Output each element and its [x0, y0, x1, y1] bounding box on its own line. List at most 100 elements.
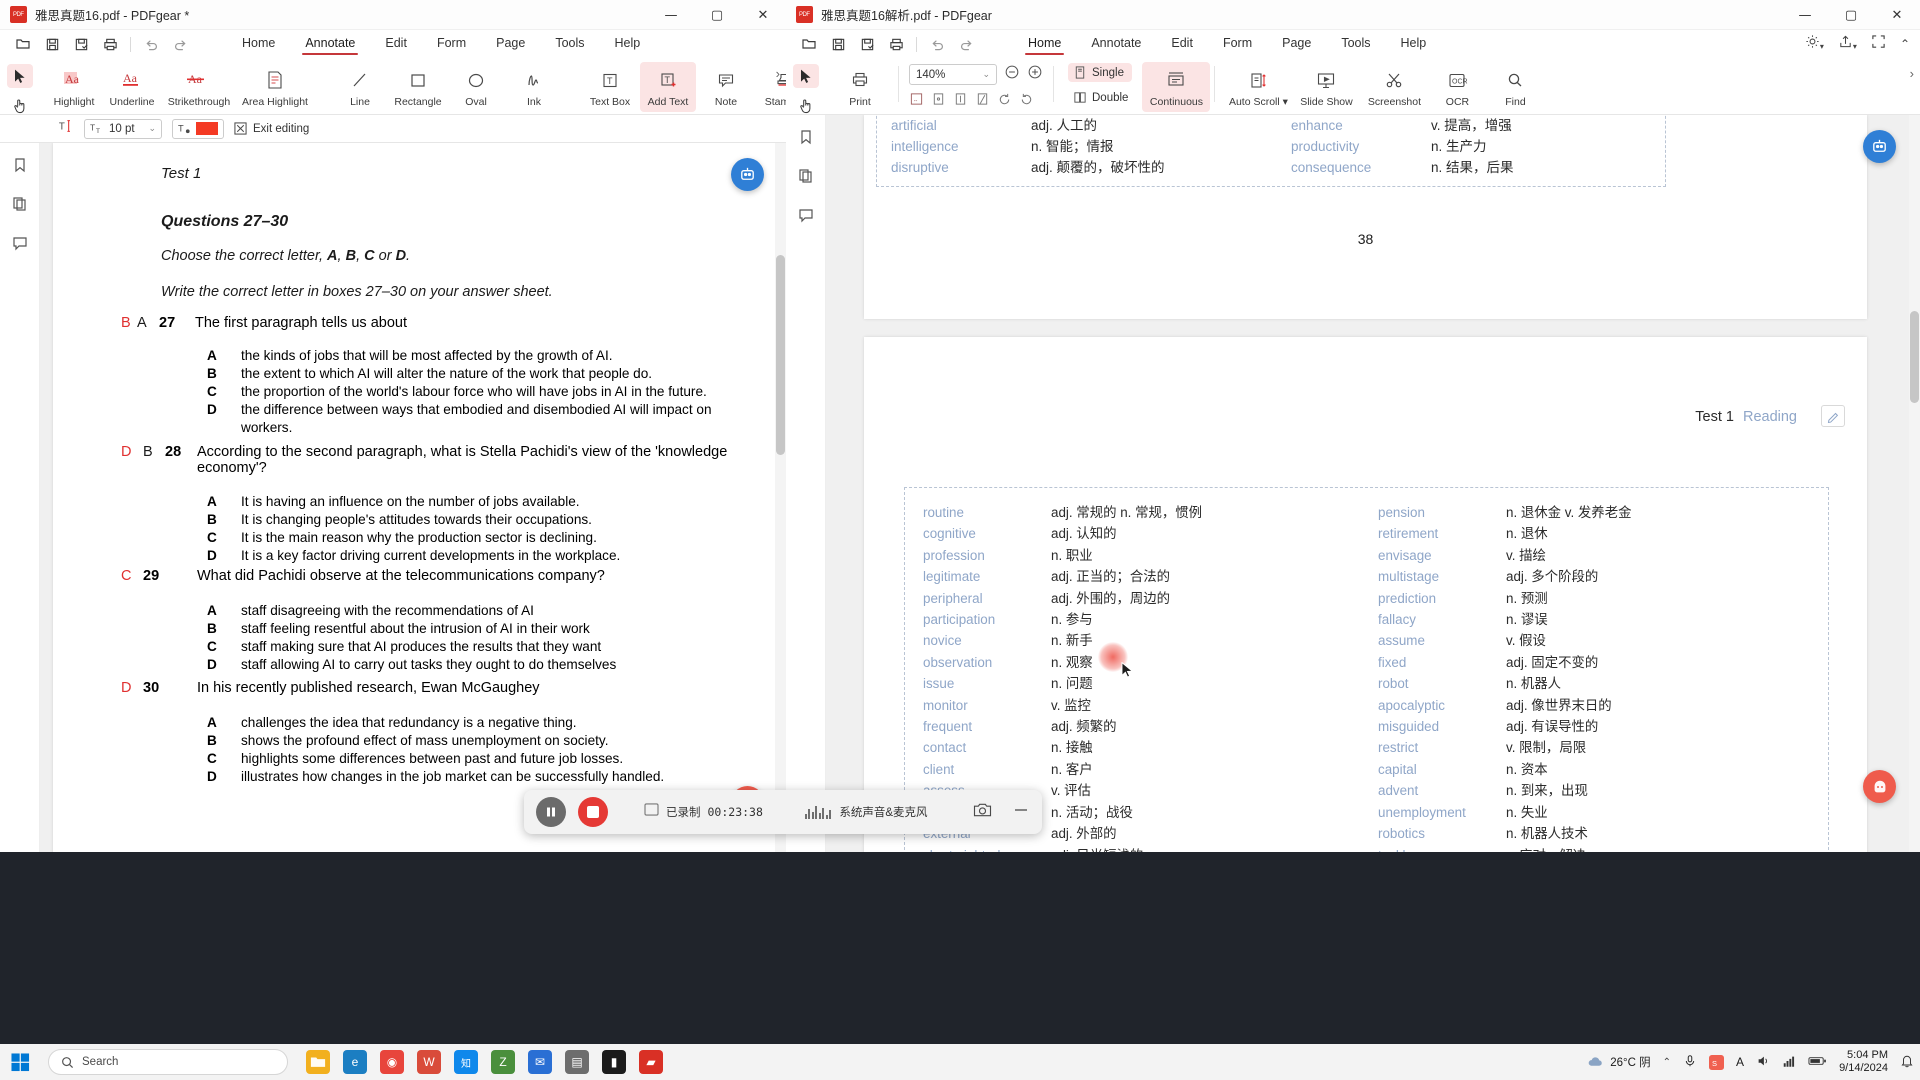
left-window-controls[interactable]: — ▢ ✕: [648, 0, 786, 30]
right-pdf-page-top[interactable]: artificial adj. 人工的 enhance v. 提高，增强 int…: [864, 115, 1867, 319]
q29-option-b[interactable]: Bstaff feeling resentful about the intru…: [207, 620, 771, 638]
chevron-down-icon[interactable]: ⌄: [982, 69, 990, 80]
network-icon[interactable]: [1782, 1054, 1796, 1071]
chevron-right-icon[interactable]: ›: [776, 66, 780, 81]
rotate-left-icon[interactable]: [997, 92, 1012, 111]
undo-icon[interactable]: [928, 35, 946, 53]
left-format-bar[interactable]: T TT 10 pt ⌄ T Exit editing: [0, 115, 786, 143]
left-ribbon-tools[interactable]: [0, 58, 40, 117]
ribbon-ink[interactable]: Ink: [506, 62, 562, 112]
recorder-status[interactable]: 已录制 00:23:38: [644, 803, 763, 821]
right-minimize-button[interactable]: —: [1782, 0, 1828, 30]
q29-option-c[interactable]: Cstaff making sure that AI produces the …: [207, 638, 771, 656]
right-menu-annotate[interactable]: Annotate: [1076, 32, 1156, 57]
left-menu-page[interactable]: Page: [481, 32, 540, 57]
right-window-titlebar[interactable]: PDF 雅思真题16解析.pdf - PDFgear — ▢ ✕: [786, 0, 1920, 30]
recorder-actions[interactable]: [973, 802, 1030, 823]
fit-row[interactable]: ↔: [909, 92, 1034, 111]
pdfgear-left-icon[interactable]: ▮: [602, 1050, 626, 1074]
right-scrollbar-thumb[interactable]: [1910, 311, 1919, 403]
right-quick-access-toolbar[interactable]: [786, 35, 975, 53]
ribbon-slide-show[interactable]: Slide Show: [1293, 62, 1359, 112]
q27-option-d[interactable]: Dthe difference between ways that embodi…: [207, 401, 761, 437]
q30-option-a[interactable]: Achallenges the idea that redundancy is …: [207, 714, 771, 732]
mic-icon[interactable]: [1683, 1054, 1697, 1071]
ribbon-oval[interactable]: Oval: [448, 62, 504, 112]
taskbar-search-box[interactable]: Search: [48, 1049, 288, 1075]
font-size-dropdown[interactable]: TT 10 pt ⌄: [84, 118, 162, 139]
right-menu-tools[interactable]: Tools: [1326, 32, 1385, 57]
recorder-audio-source[interactable]: 系统声音&麦克风: [804, 804, 928, 820]
q30-option-b[interactable]: Bshows the profound effect of mass unemp…: [207, 732, 771, 750]
q29-annotation[interactable]: C: [121, 568, 143, 584]
zoom-minus-icon[interactable]: [1004, 64, 1020, 85]
fit-height-icon[interactable]: [953, 92, 968, 111]
mail-icon[interactable]: ✉: [528, 1050, 552, 1074]
feedback-button-right[interactable]: [1863, 770, 1896, 803]
right-document-area[interactable]: artificial adj. 人工的 enhance v. 提高，增强 int…: [826, 115, 1920, 852]
ribbon-highlight[interactable]: Aa Highlight: [46, 62, 102, 112]
editor-icon[interactable]: Z: [491, 1050, 515, 1074]
sogou-icon[interactable]: S: [1709, 1054, 1725, 1070]
left-ribbon-groups[interactable]: Aa Highlight Aa Underline Aa Strikethrou…: [40, 58, 786, 112]
right-pdf-window[interactable]: PDF 雅思真题16解析.pdf - PDFgear — ▢ ✕ Home An…: [786, 0, 1920, 852]
pdfgear-right-icon[interactable]: ▰: [639, 1050, 663, 1074]
left-minimize-button[interactable]: —: [648, 0, 694, 30]
right-ribbon-tools[interactable]: [786, 58, 826, 117]
camera-icon[interactable]: [973, 802, 992, 823]
taskbar-clock[interactable]: 5:04 PM 9/14/2024: [1839, 1049, 1888, 1075]
ribbon-print[interactable]: Print: [832, 62, 888, 112]
q30-option-d[interactable]: Dillustrates how changes in the job mark…: [207, 768, 771, 786]
left-pdf-window[interactable]: PDF 雅思真题16.pdf - PDFgear * — ▢ ✕ Home An: [0, 0, 786, 852]
comments-icon[interactable]: [12, 235, 28, 256]
left-vertical-scrollbar[interactable]: [775, 143, 786, 852]
left-menu-help[interactable]: Help: [600, 32, 656, 57]
select-tool-icon[interactable]: [7, 64, 33, 88]
taskbar-apps[interactable]: e ◉ W 知 Z ✉ ▤ ▮ ▰: [306, 1050, 663, 1074]
wps-icon[interactable]: W: [417, 1050, 441, 1074]
open-icon[interactable]: [800, 35, 818, 53]
rotate-right-icon[interactable]: [1019, 92, 1034, 111]
right-vertical-scrollbar[interactable]: [1909, 115, 1920, 852]
fullscreen-icon[interactable]: [1871, 34, 1886, 54]
view-mode-group[interactable]: Single Double: [1058, 58, 1142, 112]
text-group[interactable]: T Text Box T Add Text Note Stamp ▾: [576, 58, 786, 112]
markup-group[interactable]: Aa Highlight Aa Underline Aa Strikethrou…: [40, 58, 318, 112]
shapes-group[interactable]: Line Rectangle Oval Ink: [326, 58, 568, 112]
left-close-button[interactable]: ✕: [740, 0, 786, 30]
comments-icon[interactable]: [798, 207, 814, 228]
print-group[interactable]: Print: [826, 58, 894, 112]
q27-option-a[interactable]: Athe kinds of jobs that will be most aff…: [207, 347, 761, 365]
battery-icon[interactable]: [1808, 1055, 1827, 1070]
input-method-icon[interactable]: A: [1736, 1055, 1744, 1069]
q28-option-b[interactable]: B It is changing people's attitudes towar…: [207, 511, 771, 529]
chrome-icon[interactable]: ◉: [380, 1050, 404, 1074]
q30-annotation[interactable]: D: [121, 680, 143, 696]
right-menu-edit[interactable]: Edit: [1156, 32, 1208, 57]
actual-size-icon[interactable]: [975, 92, 990, 111]
edge-icon[interactable]: e: [343, 1050, 367, 1074]
save-as-icon[interactable]: [858, 35, 876, 53]
left-menu-annotate[interactable]: Annotate: [290, 32, 370, 57]
view-continuous-button[interactable]: Continuous: [1142, 62, 1211, 112]
file-explorer-icon[interactable]: [306, 1050, 330, 1074]
thumbnails-icon[interactable]: [798, 168, 814, 189]
bookmark-icon[interactable]: [798, 129, 814, 150]
right-menu-items[interactable]: Home Annotate Edit Form Page Tools Help: [1013, 32, 1441, 57]
select-tool-icon[interactable]: [793, 64, 819, 88]
right-close-button[interactable]: ✕: [1874, 0, 1920, 30]
recorder-stop-button[interactable]: [578, 797, 608, 827]
left-scrollbar-thumb[interactable]: [776, 255, 785, 455]
left-menu-home[interactable]: Home: [227, 32, 290, 57]
share-icon[interactable]: ▾: [1838, 34, 1857, 54]
q29-option-d[interactable]: Dstaff allowing AI to carry out tasks th…: [207, 656, 771, 674]
ribbon-screenshot[interactable]: Screenshot: [1361, 62, 1427, 112]
right-menu-home[interactable]: Home: [1013, 32, 1076, 57]
brightness-icon[interactable]: ▾: [1805, 34, 1824, 54]
view-single-button[interactable]: Single: [1068, 63, 1132, 82]
q27-annotation[interactable]: B: [121, 315, 137, 331]
ribbon-area-highlight[interactable]: Area Highlight: [238, 62, 312, 112]
recorder-pause-button[interactable]: [536, 797, 566, 827]
left-window-titlebar[interactable]: PDF 雅思真题16.pdf - PDFgear * — ▢ ✕: [0, 0, 786, 30]
right-menu-page[interactable]: Page: [1267, 32, 1326, 57]
